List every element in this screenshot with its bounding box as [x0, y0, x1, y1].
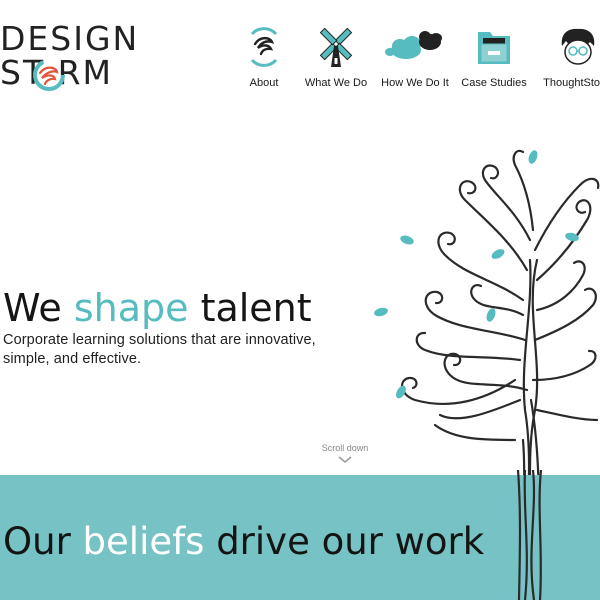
chevron-down-icon	[338, 456, 352, 463]
logo-text-top: DESIGN	[0, 19, 140, 58]
hero-title-accent: shape	[73, 286, 189, 330]
brand-logo[interactable]: DESIGN ST RM	[0, 19, 140, 94]
scroll-down-label: Scroll down	[321, 443, 369, 453]
tree-trunk-overlay	[516, 470, 543, 600]
beliefs-title-after: drive our work	[204, 520, 485, 563]
hero-title: We shape talent	[3, 285, 312, 331]
folder-icon	[478, 32, 510, 64]
cloud-icon	[385, 31, 442, 59]
logo-swirl-icon	[33, 59, 65, 91]
swirl-icon	[250, 27, 278, 67]
nav-label-about: About	[249, 77, 279, 89]
face-icon	[561, 28, 595, 65]
hero-title-after: talent	[188, 286, 312, 330]
nav-item-thoughtstorm[interactable]: ThoughtStorm	[538, 24, 600, 94]
beliefs-title-before: Our	[3, 520, 83, 563]
hero-subtitle: Corporate learning solutions that are in…	[3, 332, 316, 367]
nav-item-what-we-do[interactable]: What We Do	[301, 24, 371, 94]
nav-item-case-studies[interactable]: Case Studies	[459, 24, 529, 94]
beliefs-title: Our beliefs drive our work	[3, 519, 484, 565]
nav-label-how-we-do-it: How We Do It	[381, 77, 449, 89]
windmill-icon	[319, 27, 353, 67]
hero-title-before: We	[3, 286, 74, 330]
nav-item-how-we-do-it[interactable]: How We Do It	[380, 24, 450, 94]
beliefs-title-accent: beliefs	[82, 520, 205, 563]
scroll-down-link[interactable]: Scroll down	[314, 443, 376, 464]
main-nav: About What We Do How We Do It Case Studi…	[236, 24, 600, 94]
nav-label-thoughtstorm: ThoughtStorm	[543, 77, 600, 89]
nav-item-about[interactable]: About	[236, 24, 292, 94]
nav-label-case-studies: Case Studies	[461, 77, 527, 89]
nav-label-what-we-do: What We Do	[304, 77, 368, 89]
